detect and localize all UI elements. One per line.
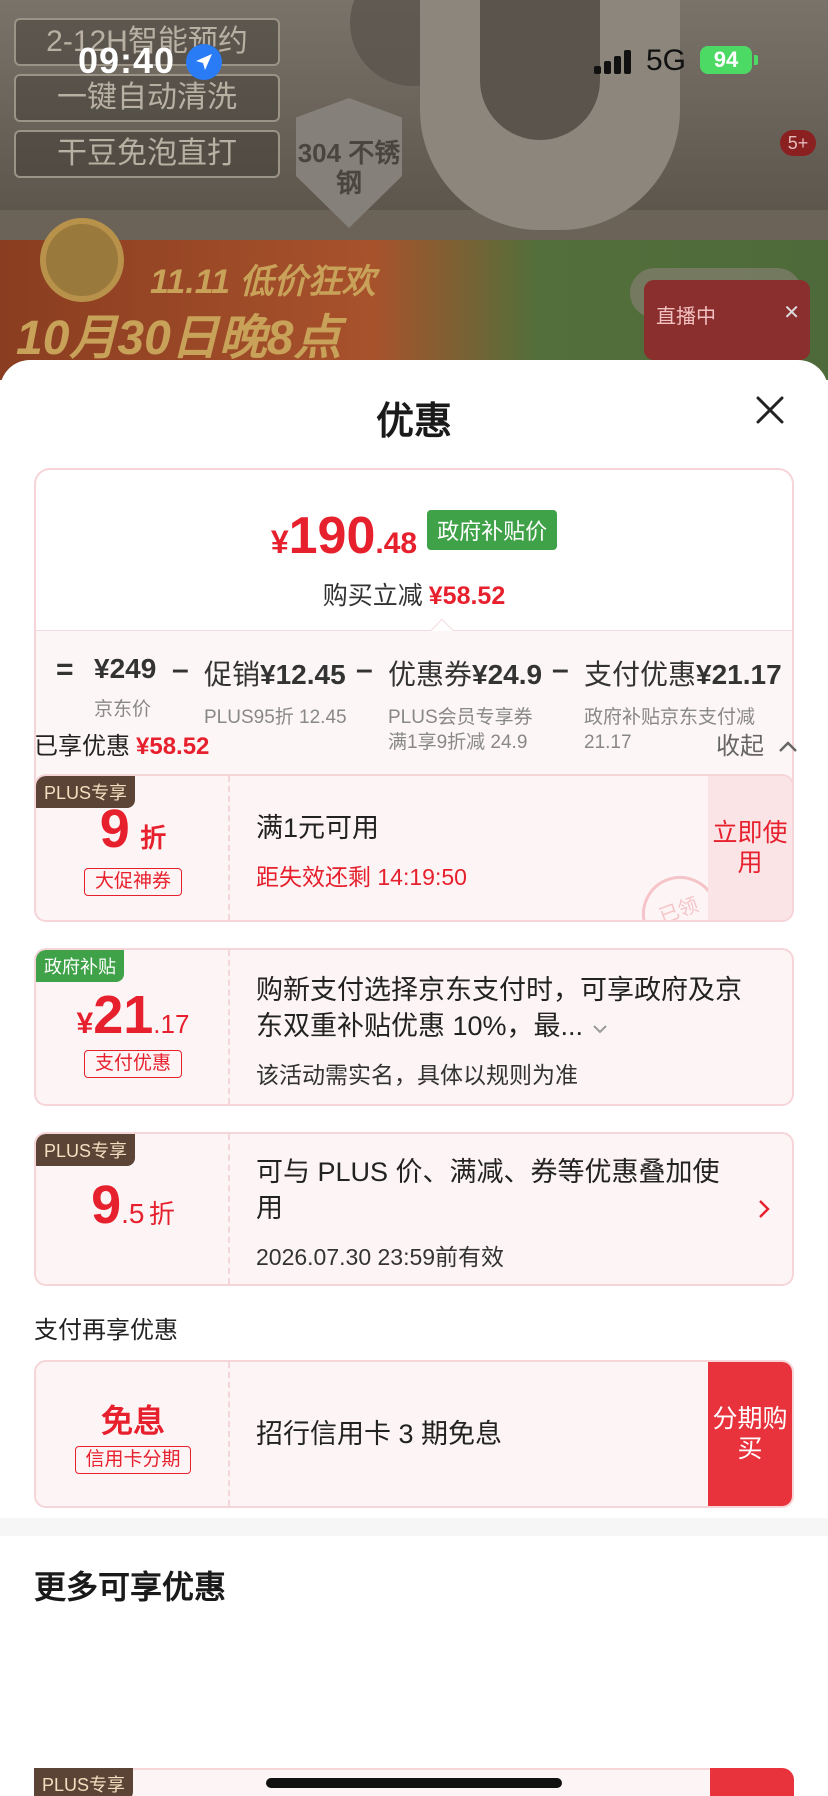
- network-type: 5G: [646, 44, 687, 77]
- gov-subsidy-tag: 政府补贴价: [427, 510, 558, 550]
- banner-date: 10月30日晚8点: [16, 312, 342, 365]
- coupon-value: ¥24.9: [472, 659, 543, 690]
- chevron-up-icon: [778, 741, 797, 752]
- discount-value: 9.5 折: [36, 1174, 230, 1236]
- promo-feature: 干豆免泡直打: [14, 130, 280, 178]
- home-indicator[interactable]: [266, 1778, 562, 1788]
- discount-value: 9 折: [36, 798, 230, 860]
- enjoyed-header: 已享优惠 ¥58.52: [34, 726, 209, 761]
- installment-title: 招行信用卡 3 期免息: [256, 1419, 503, 1449]
- installment-buy-button[interactable]: 分期购买: [708, 1362, 792, 1506]
- alarm-clock-icon: [40, 218, 124, 302]
- coupon-card[interactable]: 政府补贴 ¥21.17 支付优惠 购新支付选择京东支付时，可享政府及京东双重补贴…: [34, 948, 794, 1106]
- discount-number: 9: [91, 1175, 122, 1235]
- coupon-validity: 2026.07.30 23:59前有效: [256, 1244, 505, 1270]
- coupon-label: 优惠券: [388, 659, 473, 690]
- battery-tip: [754, 55, 758, 65]
- discount-number: 21: [93, 985, 154, 1045]
- status-bar: 09:40 5G 94: [0, 0, 828, 120]
- coupon-body: 满1元可用 距失效还剩 14:19:50: [256, 810, 467, 892]
- coupon-type-chip: 支付优惠: [84, 1050, 182, 1078]
- installment-value-area: 免息 信用卡分期: [36, 1362, 230, 1506]
- saving-row: 购买立减 ¥58.52: [36, 576, 792, 612]
- coupon-action-peek[interactable]: [710, 1768, 794, 1796]
- saving-value: ¥58.52: [428, 582, 506, 610]
- collapse-button[interactable]: 收起: [716, 726, 799, 761]
- minus-sign: –: [552, 653, 569, 686]
- installment-chip: 信用卡分期: [75, 1446, 191, 1474]
- image-count-badge: 5+: [780, 130, 816, 156]
- cellular-signal-icon: [594, 50, 634, 74]
- gov-subsidy-tag: 政府补贴: [36, 950, 124, 982]
- discount-decimal: .17: [153, 1009, 190, 1039]
- coupon-countdown: 距失效还剩 14:19:50: [256, 864, 467, 890]
- discount-number: 9: [99, 799, 130, 859]
- promo-item: 促销¥12.45 PLUS95折 12.45: [204, 653, 364, 730]
- final-price-area: ¥190.48 政府补贴价 购买立减 ¥58.52: [36, 470, 792, 630]
- saving-label: 购买立减: [322, 582, 423, 610]
- price-decimal: .48: [375, 527, 418, 560]
- plus-tag: PLUS专享: [36, 1134, 136, 1166]
- payment-label: 支付优惠: [584, 659, 697, 690]
- coupon-card[interactable]: PLUS专享 9 折 大促神券 满1元可用 距失效还剩 14:19:50 已领 …: [34, 774, 794, 922]
- coupon-detail: PLUS会员专享券满1享9折减 24.9: [388, 707, 533, 753]
- discount-sheet: 优惠 ¥190.48 政府补贴价 购买立减 ¥58.52 = ¥249 京东价 –: [0, 360, 828, 1796]
- coupon-type-chip: 大促神券: [84, 868, 182, 896]
- installment-card[interactable]: 免息 信用卡分期 招行信用卡 3 期免息 分期购买: [34, 1360, 794, 1508]
- discount-decimal: .5: [121, 1198, 145, 1229]
- status-time: 09:40: [78, 40, 176, 81]
- collapse-label: 收起: [716, 733, 764, 760]
- use-now-button[interactable]: 立即使用: [708, 776, 792, 920]
- location-arrow-icon: [186, 44, 222, 80]
- final-price: ¥190.48 政府补贴价: [36, 506, 792, 566]
- payment-value: ¥21.17: [696, 659, 782, 690]
- promo-label: 促销: [204, 659, 261, 690]
- coupon-value-area: PLUS专享 9.5 折: [36, 1134, 230, 1284]
- close-icon[interactable]: ✕: [783, 300, 800, 325]
- discount-unit: 折: [140, 823, 167, 853]
- jd-price-label: 京东价: [94, 699, 152, 720]
- coupon-note: 该活动需实名，具体以规则为准: [256, 1062, 578, 1088]
- installment-body: 招行信用卡 3 期免息: [256, 1416, 502, 1452]
- sheet-title: 优惠: [375, 401, 452, 443]
- coupon-value-area: PLUS专享 9 折 大促神券: [36, 776, 230, 920]
- battery-icon: 94: [700, 46, 752, 74]
- plus-tag: PLUS专享: [34, 1768, 134, 1796]
- promo-value: ¥12.45: [260, 659, 346, 690]
- discount-value: ¥21.17: [36, 984, 230, 1046]
- currency-symbol: ¥: [76, 1007, 94, 1040]
- chevron-right-icon[interactable]: [756, 1198, 772, 1220]
- price-integer: 190: [288, 507, 376, 565]
- coupon-body: 购新支付选择京东支付时，可享政府及京东双重补贴优惠 10%，最... 该活动需实…: [256, 972, 756, 1090]
- banner-title: 11.11 低价狂欢: [150, 263, 376, 301]
- coupon-item: 优惠券¥24.9 PLUS会员专享券满1享9折减 24.9: [388, 653, 542, 755]
- close-icon[interactable]: [750, 390, 790, 430]
- discount-unit: 折: [148, 1199, 175, 1229]
- pay-section-title: 支付再享优惠: [34, 1317, 178, 1344]
- coupon-condition: 满1元可用: [256, 813, 380, 843]
- enjoyed-label: 已享优惠: [34, 733, 130, 760]
- section-gap: [0, 1518, 828, 1536]
- promo-detail: PLUS95折 12.45: [204, 707, 347, 728]
- live-stream-widget[interactable]: 直播中 ✕: [644, 280, 810, 360]
- coupon-description: 可与 PLUS 价、满减、券等优惠叠加使用: [256, 1157, 720, 1223]
- coupon-value-area: 政府补贴 ¥21.17 支付优惠: [36, 950, 230, 1104]
- coupon-card[interactable]: PLUS专享 9.5 折 可与 PLUS 价、满减、券等优惠叠加使用 2026.…: [34, 1132, 794, 1286]
- minus-sign: –: [172, 653, 189, 686]
- live-label: 直播中: [656, 306, 716, 328]
- interest-free-label: 免息: [100, 1403, 165, 1439]
- enjoyed-value: ¥58.52: [136, 733, 210, 760]
- coupon-description-text: 购新支付选择京东支付时，可享政府及京东双重补贴优惠 10%，最...: [256, 975, 742, 1041]
- equals-sign: =: [56, 653, 74, 686]
- coupon-description: 购新支付选择京东支付时，可享政府及京东双重补贴优惠 10%，最...: [256, 972, 756, 1044]
- currency-symbol: ¥: [270, 524, 289, 560]
- chevron-down-icon[interactable]: [591, 1023, 609, 1035]
- minus-sign: –: [356, 653, 373, 686]
- coupon-body: 可与 PLUS 价、满减、券等优惠叠加使用 2026.07.30 23:59前有…: [256, 1154, 726, 1272]
- more-offers-title: 更多可享优惠: [34, 1569, 227, 1605]
